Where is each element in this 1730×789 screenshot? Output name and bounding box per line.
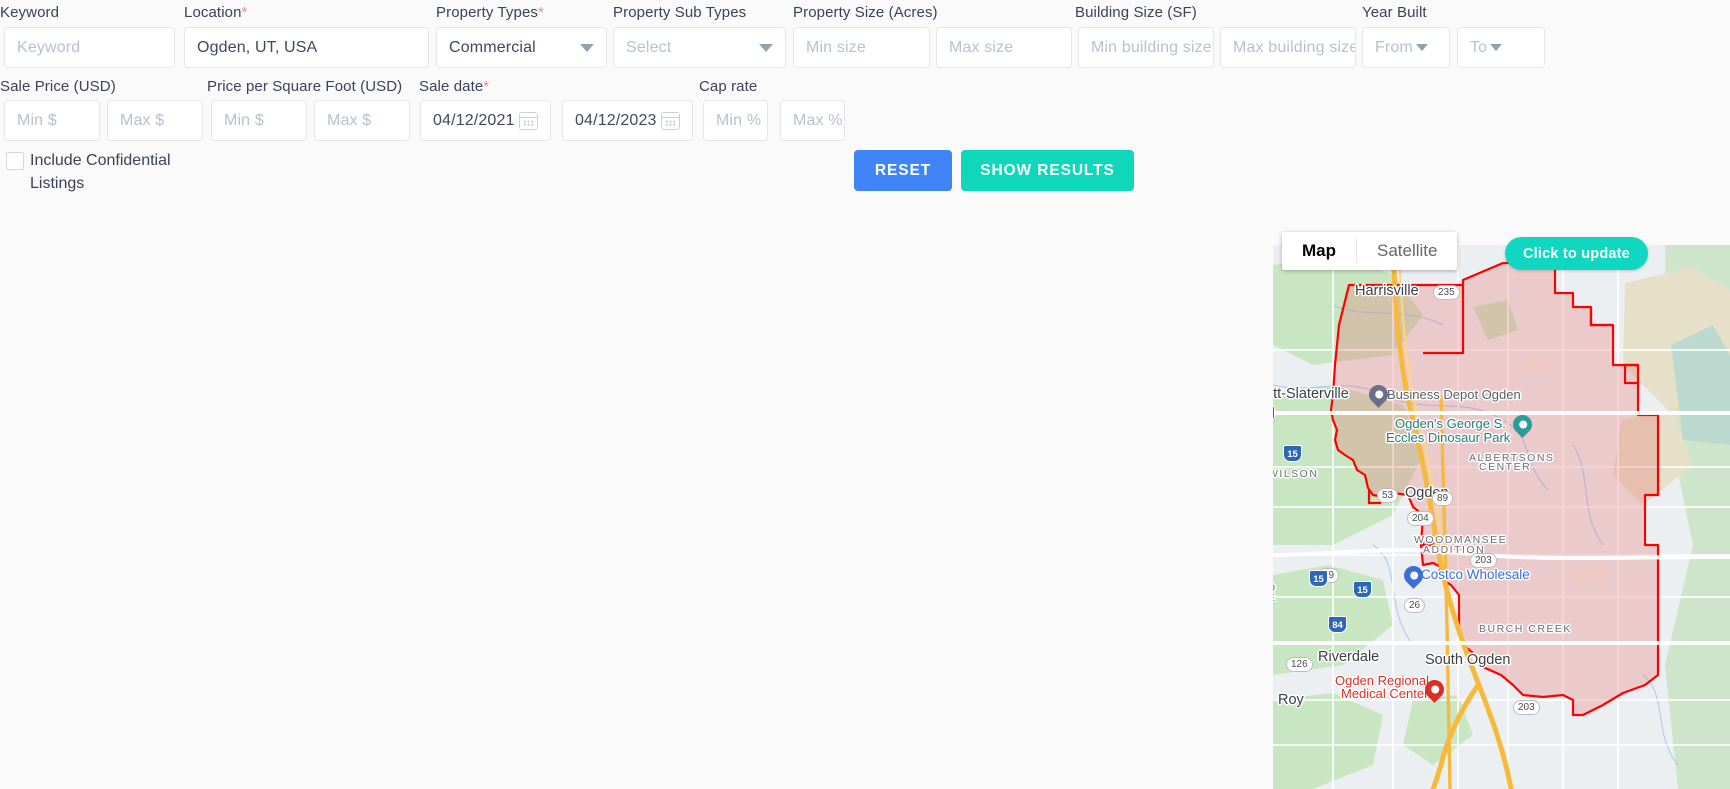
min-property-size-input[interactable]: Min size xyxy=(793,27,930,68)
max-sale-price-input[interactable]: Max $ xyxy=(107,100,203,141)
chevron-down-icon xyxy=(580,44,594,52)
max-price-per-sf-input[interactable]: Max $ xyxy=(314,100,410,141)
property-size-label: Property Size (Acres) xyxy=(793,4,938,21)
min-cap-rate-input[interactable]: Min % xyxy=(703,100,768,141)
max-building-size-input[interactable]: Max building size xyxy=(1220,27,1356,68)
map-type-map-button[interactable]: Map xyxy=(1282,232,1356,270)
year-built-to-select[interactable]: To xyxy=(1457,27,1545,68)
chevron-down-icon xyxy=(1416,44,1428,51)
property-search-page: Keyword Location* Property Types* Proper… xyxy=(0,0,1730,789)
map-route-shield-235: 235 xyxy=(1433,285,1460,300)
map-route-shield-89: 89 xyxy=(1432,491,1453,506)
map-route-shield-126: 126 xyxy=(1286,657,1313,672)
property-sub-types-select[interactable]: Select xyxy=(613,27,786,68)
map-type-satellite-button[interactable]: Satellite xyxy=(1357,232,1457,270)
map-route-shield-26: 26 xyxy=(1404,598,1425,613)
sale-date-label: Sale date* xyxy=(419,78,489,95)
chevron-down-icon xyxy=(759,44,773,52)
min-building-size-input[interactable]: Min building size xyxy=(1078,27,1214,68)
location-input[interactable]: Ogden, UT, USA xyxy=(184,27,429,68)
property-types-select[interactable]: Commercial xyxy=(436,27,607,68)
building-size-label: Building Size (SF) xyxy=(1075,4,1197,21)
map-panel[interactable]: Farr West Harrisville Weber Marriott-Sla… xyxy=(1273,245,1730,789)
property-sub-types-label: Property Sub Types xyxy=(613,4,746,21)
calendar-icon[interactable] xyxy=(519,112,538,130)
location-label: Location* xyxy=(184,4,247,21)
min-sale-price-input[interactable]: Min $ xyxy=(4,100,100,141)
include-confidential-listings-label: Include Confidential Listings xyxy=(30,149,190,195)
show-results-button[interactable]: SHOW RESULTS xyxy=(961,150,1134,191)
map-type-control[interactable]: Map Satellite xyxy=(1282,232,1457,270)
map-route-shield-53: 53 xyxy=(1377,488,1398,503)
year-built-label: Year Built xyxy=(1362,4,1427,21)
sale-price-label: Sale Price (USD) xyxy=(0,78,116,95)
keyword-label: Keyword xyxy=(0,4,59,21)
map-canvas[interactable] xyxy=(1273,245,1730,789)
reset-button[interactable]: RESET xyxy=(854,150,952,191)
include-confidential-listings-checkbox[interactable] xyxy=(6,152,24,170)
sale-date-to-input[interactable]: 04/12/2023 xyxy=(562,100,693,141)
chevron-down-icon xyxy=(1490,44,1502,51)
map-route-shield-204: 204 xyxy=(1407,511,1434,526)
max-property-size-input[interactable]: Max size xyxy=(936,27,1072,68)
keyword-input[interactable]: Keyword xyxy=(4,27,175,68)
sale-date-from-input[interactable]: 04/12/2021 xyxy=(420,100,551,141)
map-route-shield-203b: 203 xyxy=(1513,700,1540,715)
map-interstate-shield-15b: 15 xyxy=(1283,445,1302,462)
price-per-sf-label: Price per Square Foot (USD) xyxy=(207,78,402,95)
min-price-per-sf-input[interactable]: Min $ xyxy=(211,100,307,141)
calendar-icon[interactable] xyxy=(661,112,680,130)
map-route-shield-203: 203 xyxy=(1470,553,1497,568)
required-asterisk: * xyxy=(483,78,489,95)
required-asterisk: * xyxy=(538,4,544,21)
property-types-label: Property Types* xyxy=(436,4,544,21)
map-interstate-shield-84: 84 xyxy=(1328,616,1347,633)
max-cap-rate-input[interactable]: Max % xyxy=(780,100,845,141)
map-interstate-shield-15c: 15 xyxy=(1309,570,1328,587)
map-interstate-shield-15d: 15 xyxy=(1353,581,1372,598)
year-built-from-select[interactable]: From xyxy=(1362,27,1450,68)
cap-rate-label: Cap rate xyxy=(699,78,757,95)
required-asterisk: * xyxy=(242,4,248,21)
click-to-update-button[interactable]: Click to update xyxy=(1505,237,1648,270)
